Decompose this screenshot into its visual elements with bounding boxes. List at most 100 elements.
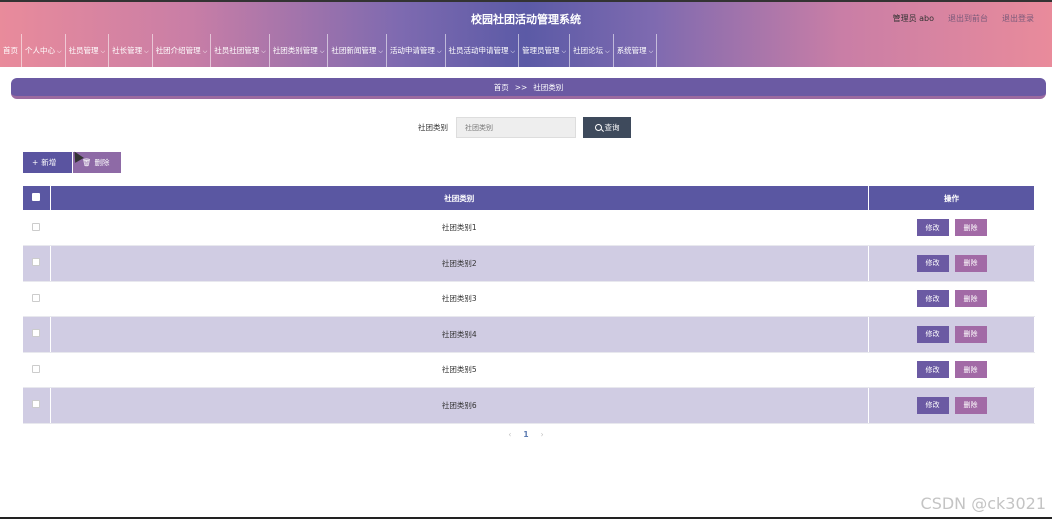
category-name-cell: 社团类别1 — [50, 210, 869, 246]
pagination: ‹ 1 › — [0, 430, 1052, 439]
category-name-cell: 社团类别6 — [50, 387, 869, 424]
nav-item-label: 社员管理 — [68, 46, 99, 55]
nav-item-label: 社员社团管理 — [214, 46, 260, 55]
search-button-label: 查询 — [604, 123, 620, 132]
edit-button[interactable]: 修改 — [916, 254, 949, 272]
row-checkbox[interactable] — [32, 400, 41, 409]
edit-button[interactable]: 修改 — [916, 361, 949, 379]
row-check-cell — [23, 387, 51, 424]
category-name-cell: 社团类别2 — [50, 245, 869, 282]
trash-icon: 🗑 — [82, 158, 92, 167]
row-check-cell — [23, 352, 51, 388]
select-all-checkbox[interactable] — [32, 193, 41, 201]
chevron-down-icon: ⌵ — [100, 48, 106, 55]
search-icon — [594, 124, 602, 131]
row-checkbox[interactable] — [32, 329, 41, 338]
nav-item[interactable]: 个人中心 ⌵ — [22, 34, 66, 67]
delete-button[interactable]: 删除 — [954, 290, 987, 308]
row-checkbox[interactable] — [32, 364, 41, 373]
nav-item-label: 社团介绍管理 — [155, 46, 201, 55]
delete-button[interactable]: 删除 — [954, 396, 987, 414]
nav-item[interactable]: 社员社团管理 ⌵ — [211, 34, 270, 67]
category-name-cell: 社团类别5 — [50, 352, 869, 388]
add-button[interactable]: + 新增 — [23, 152, 72, 173]
edit-button[interactable]: 修改 — [916, 290, 949, 308]
nav-item[interactable]: 首页 — [0, 34, 22, 67]
prev-page-button[interactable]: ‹ — [508, 430, 511, 439]
row-operations-cell: 修改 删除 — [868, 210, 1035, 246]
search-input[interactable] — [456, 117, 576, 138]
table-row: 社团类别1 修改 删除 — [23, 210, 1035, 246]
row-checkbox[interactable] — [32, 293, 41, 302]
chevron-down-icon: ⌵ — [648, 48, 654, 55]
edit-button[interactable]: 修改 — [916, 325, 949, 343]
delete-button[interactable]: 删除 — [954, 254, 987, 272]
nav-item[interactable]: 系统管理 ⌵ — [614, 34, 658, 67]
nav-item[interactable]: 活动申请管理 ⌵ — [387, 34, 446, 67]
chevron-down-icon: ⌵ — [261, 48, 266, 55]
delete-button[interactable]: 删除 — [954, 219, 987, 236]
search-label: 社团类别 — [418, 123, 448, 132]
row-checkbox[interactable] — [32, 258, 41, 267]
table-row: 社团类别2 修改 删除 — [23, 245, 1035, 282]
nav-item[interactable]: 管理员管理 ⌵ — [519, 34, 571, 67]
edit-button[interactable]: 修改 — [916, 396, 949, 414]
next-page-button[interactable]: › — [541, 430, 544, 439]
row-checkbox[interactable] — [32, 222, 41, 231]
row-check-cell — [23, 316, 51, 353]
table-header-row: 社团类别 操作 — [23, 186, 1035, 210]
nav-item[interactable]: 社团类别管理 ⌵ — [270, 34, 329, 67]
chevron-down-icon: ⌵ — [319, 48, 325, 55]
nav-item-label: 个人中心 — [25, 46, 55, 55]
breadcrumb-current: 社团类别 — [533, 83, 564, 92]
table-row: 社团类别6 修改 删除 — [23, 387, 1035, 424]
chevron-down-icon: ⌵ — [510, 48, 516, 55]
header-user-area: 管理员 abo 退出到前台 退出登录 — [893, 13, 1034, 24]
table-row: 社团类别3 修改 删除 — [23, 281, 1035, 317]
nav-item-label: 系统管理 — [616, 46, 647, 55]
row-operations-cell: 修改 删除 — [868, 316, 1035, 353]
bulk-delete-button-label: 删除 — [94, 158, 110, 167]
breadcrumb: 首页 >> 社团类别 — [11, 78, 1046, 99]
chevron-down-icon: ⌵ — [57, 48, 62, 55]
nav-item-label: 管理员管理 — [522, 46, 560, 55]
breadcrumb-home[interactable]: 首页 — [494, 83, 509, 92]
search-bar: 社团类别 查询 — [418, 117, 631, 138]
nav-item-label: 社员活动申请管理 — [448, 46, 509, 55]
category-name-cell: 社团类别3 — [50, 281, 869, 317]
nav-item[interactable]: 社团介绍管理 ⌵ — [153, 34, 212, 67]
row-operations-cell: 修改 删除 — [868, 281, 1035, 317]
nav-item[interactable]: 社员管理 ⌵ — [66, 34, 110, 67]
goto-front-link[interactable]: 退出到前台 — [948, 13, 988, 24]
main-nav: 首页 个人中心 ⌵ 社员管理 ⌵ 社长管理 ⌵ 社团介绍管理 ⌵ 社员社团管理 ⌵ 社团类别管理 ⌵ 社团… — [0, 34, 1052, 67]
nav-item-label: 社团新闻管理 — [331, 46, 377, 55]
nav-item-label: 活动申请管理 — [389, 46, 435, 55]
delete-button[interactable]: 删除 — [954, 361, 987, 379]
nav-item[interactable]: 社员活动申请管理 ⌵ — [446, 34, 520, 67]
breadcrumb-separator: >> — [514, 83, 528, 92]
top-header: 校园社团活动管理系统 管理员 abo 退出到前台 退出登录 — [0, 0, 1052, 34]
nav-item[interactable]: 社长管理 ⌵ — [109, 34, 153, 67]
chevron-down-icon: ⌵ — [202, 48, 208, 55]
watermark: CSDN @ck3021 — [920, 494, 1046, 513]
current-page[interactable]: 1 — [523, 430, 528, 439]
table-row: 社团类别4 修改 删除 — [23, 316, 1035, 353]
current-user-label: 管理员 abo — [892, 14, 934, 23]
nav-item[interactable]: 社团新闻管理 ⌵ — [328, 34, 387, 67]
row-check-cell — [23, 245, 51, 282]
column-header-category: 社团类别 — [50, 186, 869, 210]
row-operations-cell: 修改 删除 — [868, 387, 1035, 424]
logout-link[interactable]: 退出登录 — [1002, 13, 1034, 24]
plus-icon: + — [32, 158, 39, 167]
nav-item-label: 首页 — [3, 46, 18, 55]
search-button[interactable]: 查询 — [583, 117, 631, 138]
row-check-cell — [23, 210, 51, 246]
delete-button[interactable]: 删除 — [954, 325, 987, 343]
category-name-cell: 社团类别4 — [50, 316, 869, 353]
table-row: 社团类别5 修改 删除 — [23, 352, 1035, 388]
select-all-cell — [23, 186, 51, 210]
edit-button[interactable]: 修改 — [916, 219, 949, 236]
nav-item[interactable]: 社团论坛 ⌵ — [570, 34, 614, 67]
chevron-down-icon: ⌵ — [561, 48, 567, 55]
category-table: 社团类别 操作 社团类别1 修改 删除 社团类别2 修改 删除 社团类别3 修改 删除 社团类别4… — [23, 186, 1035, 424]
